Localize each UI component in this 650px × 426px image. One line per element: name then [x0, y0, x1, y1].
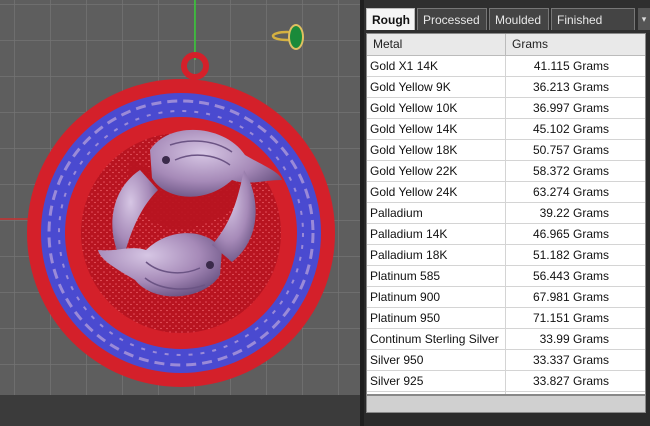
- metal-name-cell: Gold Yellow 24K: [367, 182, 506, 202]
- metal-name-cell: Platinum 950: [367, 308, 506, 328]
- viewport-canvas[interactable]: [0, 0, 360, 395]
- grams-cell: 58.372 Grams: [532, 164, 609, 178]
- metal-name-cell: Silver 950: [367, 350, 506, 370]
- column-header-metal[interactable]: Metal: [367, 34, 506, 55]
- grams-cell: 71.151 Grams: [532, 311, 609, 325]
- table-row[interactable]: Platinum 900 67.981 Grams: [367, 287, 645, 308]
- table-row[interactable]: Gold X1 14K 41.115 Grams: [367, 56, 645, 77]
- 3d-viewport[interactable]: [0, 0, 360, 395]
- tab-finished[interactable]: Finished: [551, 8, 635, 30]
- table-row[interactable]: Gold Yellow 24K 63.274 Grams: [367, 182, 645, 203]
- grams-cell: 50.757 Grams: [532, 143, 609, 157]
- tab-processed[interactable]: Processed: [417, 8, 487, 30]
- table-header: Metal Grams: [367, 34, 645, 56]
- metal-name-cell: Platinum 585: [367, 266, 506, 286]
- metal-name-cell: Gold Yellow 10K: [367, 98, 506, 118]
- metal-name-cell: Gold Yellow 14K: [367, 119, 506, 139]
- table-row[interactable]: Platinum 950 71.151 Grams: [367, 308, 645, 329]
- metal-weight-panel: Rough Processed Moulded Finished ▾ Metal…: [364, 0, 650, 426]
- grams-cell: 39.22 Grams: [539, 206, 609, 220]
- tab-rough[interactable]: Rough: [366, 8, 415, 30]
- table-row[interactable]: Silver 925 33.827 Grams: [367, 371, 645, 392]
- table-row[interactable]: Palladium 14K 46.965 Grams: [367, 224, 645, 245]
- grams-cell: 36.997 Grams: [532, 101, 609, 115]
- grams-cell: 36.213 Grams: [532, 80, 609, 94]
- table-row[interactable]: Gold Yellow 22K 58.372 Grams: [367, 161, 645, 182]
- metal-name-cell: Silver 925: [367, 371, 506, 391]
- table-body: Gold X1 14K 41.115 Grams Gold Yellow 9K 36.…: [367, 56, 645, 394]
- grams-cell: 56.443 Grams: [532, 269, 609, 283]
- grams-cell: 33.337 Grams: [532, 353, 609, 367]
- column-header-grams[interactable]: Grams: [506, 34, 645, 55]
- table-row[interactable]: Gold Yellow 18K 50.757 Grams: [367, 140, 645, 161]
- metal-name-cell: Gold X1 14K: [367, 56, 506, 76]
- metal-name-cell: Platinum 900: [367, 287, 506, 307]
- table-row[interactable]: Gold Yellow 10K 36.997 Grams: [367, 98, 645, 119]
- grams-cell: 67.981 Grams: [532, 290, 609, 304]
- table-row[interactable]: Continum Sterling Silver 33.99 Grams: [367, 329, 645, 350]
- tab-strip: Rough Processed Moulded Finished ▾: [364, 0, 650, 33]
- table-row[interactable]: Gold Yellow 14K 45.102 Grams: [367, 119, 645, 140]
- table-row[interactable]: Gold Yellow 9K 36.213 Grams: [367, 77, 645, 98]
- table-row[interactable]: Palladium 18K 51.182 Grams: [367, 245, 645, 266]
- chevron-down-icon[interactable]: ▾: [638, 8, 650, 30]
- grams-cell: 45.102 Grams: [532, 122, 609, 136]
- grams-cell: 33.827 Grams: [532, 374, 609, 388]
- table-horizontal-scrollbar[interactable]: [366, 395, 646, 413]
- metal-name-cell: Palladium 14K: [367, 224, 506, 244]
- metal-name-cell: Palladium 18K: [367, 245, 506, 265]
- grams-cell: 41.115 Grams: [533, 59, 609, 73]
- metal-name-cell: Gold Yellow 18K: [367, 140, 506, 160]
- tab-moulded[interactable]: Moulded: [489, 8, 549, 30]
- grams-cell: 51.182 Grams: [532, 248, 609, 262]
- grams-cell: 46.965 Grams: [532, 227, 609, 241]
- metal-name-cell: Gold Yellow 9K: [367, 77, 506, 97]
- grams-cell: 33.99 Grams: [539, 332, 609, 346]
- table-row[interactable]: Silver 950 33.337 Grams: [367, 350, 645, 371]
- table-row[interactable]: Palladium 39.22 Grams: [367, 203, 645, 224]
- metal-name-cell: Continum Sterling Silver: [367, 329, 506, 349]
- metal-name-cell: Palladium: [367, 203, 506, 223]
- grams-cell: 63.274 Grams: [532, 185, 609, 199]
- metal-name-cell: Gold Yellow 22K: [367, 161, 506, 181]
- metal-weight-table: Metal Grams Gold X1 14K 41.115 Grams Gold …: [366, 33, 646, 395]
- table-row[interactable]: Platinum 585 56.443 Grams: [367, 266, 645, 287]
